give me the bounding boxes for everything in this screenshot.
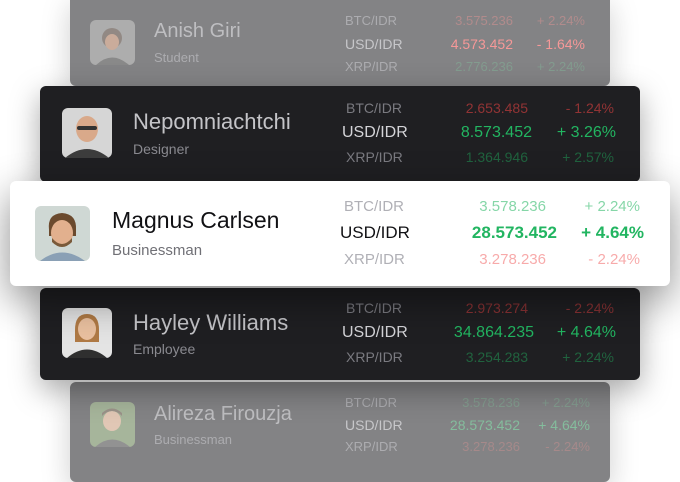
pair-change: - 2.24% <box>545 439 590 454</box>
pair-value: 2.776.236 <box>455 59 513 74</box>
pair-label: BTC/IDR <box>346 300 402 316</box>
user-role: Student <box>154 50 199 65</box>
pair-label: XRP/IDR <box>346 149 403 165</box>
pair-value: 3.278.236 <box>462 439 520 454</box>
pair-value: 1.364.946 <box>465 149 528 165</box>
pair-change: + 2.57% <box>562 149 614 165</box>
pair-change: - 2.24% <box>588 251 640 268</box>
pair-change: + 2.24% <box>562 349 614 365</box>
pair-value: 8.573.452 <box>460 124 532 141</box>
user-card-magnus-carlsen[interactable]: Magnus Carlsen Businessman BTC/IDR 3.578… <box>10 181 670 286</box>
pair-label: BTC/IDR <box>345 395 397 410</box>
pair-value: 34.864.235 <box>453 324 534 341</box>
pair-value: 3.278.236 <box>479 251 546 268</box>
pair-change: + 2.24% <box>584 198 640 215</box>
pair-value: 3.254.283 <box>465 349 528 365</box>
user-role: Businessman <box>112 242 203 259</box>
anish-giri-avatar <box>90 20 135 65</box>
magnus-carlsen-avatar <box>35 206 90 261</box>
user-card-stack: Anish Giri Student BTC/IDR 3.575.236 + 2… <box>0 0 680 482</box>
pair-label: XRP/IDR <box>345 59 398 74</box>
user-card-alireza-firouzja[interactable]: Alireza Firouzja Businessman BTC/IDR 3.5… <box>70 382 610 482</box>
user-name: Magnus Carlsen <box>112 207 280 233</box>
pair-label: BTC/IDR <box>344 198 404 215</box>
pair-value: 28.573.452 <box>471 223 557 242</box>
pair-label: USD/IDR <box>345 36 403 52</box>
pair-label: USD/IDR <box>345 417 403 433</box>
user-name: Alireza Firouzja <box>154 403 292 425</box>
user-card-anish-giri[interactable]: Anish Giri Student BTC/IDR 3.575.236 + 2… <box>70 0 610 86</box>
nepomniachtchi-avatar <box>62 108 112 158</box>
user-card-hayley-williams[interactable]: Hayley Williams Employee BTC/IDR 2.973.2… <box>40 288 640 380</box>
avatar <box>62 308 112 358</box>
pair-change: + 2.24% <box>536 13 585 28</box>
user-name: Anish Giri <box>154 20 241 42</box>
pair-label: XRP/IDR <box>345 439 398 454</box>
pair-change: - 1.64% <box>536 36 585 52</box>
pair-label: XRP/IDR <box>344 251 405 268</box>
user-name: Hayley Williams <box>133 310 289 335</box>
pair-label: USD/IDR <box>342 124 408 141</box>
pair-value: 3.578.236 <box>462 395 520 410</box>
pair-value: 4.573.452 <box>450 36 513 52</box>
pair-change: + 4.64% <box>538 417 590 433</box>
avatar <box>62 108 112 158</box>
pair-change: + 2.24% <box>541 395 590 410</box>
pair-change: + 2.24% <box>536 59 585 74</box>
pair-change: - 1.24% <box>565 100 614 116</box>
pair-label: BTC/IDR <box>345 13 397 28</box>
pair-change: + 3.26% <box>556 124 616 141</box>
pair-value: 3.575.236 <box>455 13 513 28</box>
pair-change: + 4.64% <box>556 324 616 341</box>
pair-label: USD/IDR <box>342 324 408 341</box>
pair-label: BTC/IDR <box>346 100 402 116</box>
avatar <box>35 206 90 261</box>
hayley-williams-avatar <box>62 308 112 358</box>
alireza-firouzja-avatar <box>90 402 135 447</box>
pair-value: 28.573.452 <box>449 417 520 433</box>
user-role: Designer <box>133 141 190 157</box>
user-name: Nepomniachtchi <box>133 109 291 134</box>
pair-label: XRP/IDR <box>346 349 403 365</box>
pair-label: USD/IDR <box>340 223 410 242</box>
user-role: Businessman <box>154 432 233 447</box>
pair-change: - 2.24% <box>565 300 614 316</box>
user-role: Employee <box>133 341 196 357</box>
avatar <box>90 402 135 447</box>
pair-value: 3.578.236 <box>479 198 546 215</box>
user-card-nepomniachtchi[interactable]: Nepomniachtchi Designer BTC/IDR 2.653.48… <box>40 86 640 182</box>
pair-value: 2.973.274 <box>465 300 528 316</box>
avatar <box>90 20 135 65</box>
pair-value: 2.653.485 <box>465 100 528 116</box>
pair-change: + 4.64% <box>581 223 644 242</box>
